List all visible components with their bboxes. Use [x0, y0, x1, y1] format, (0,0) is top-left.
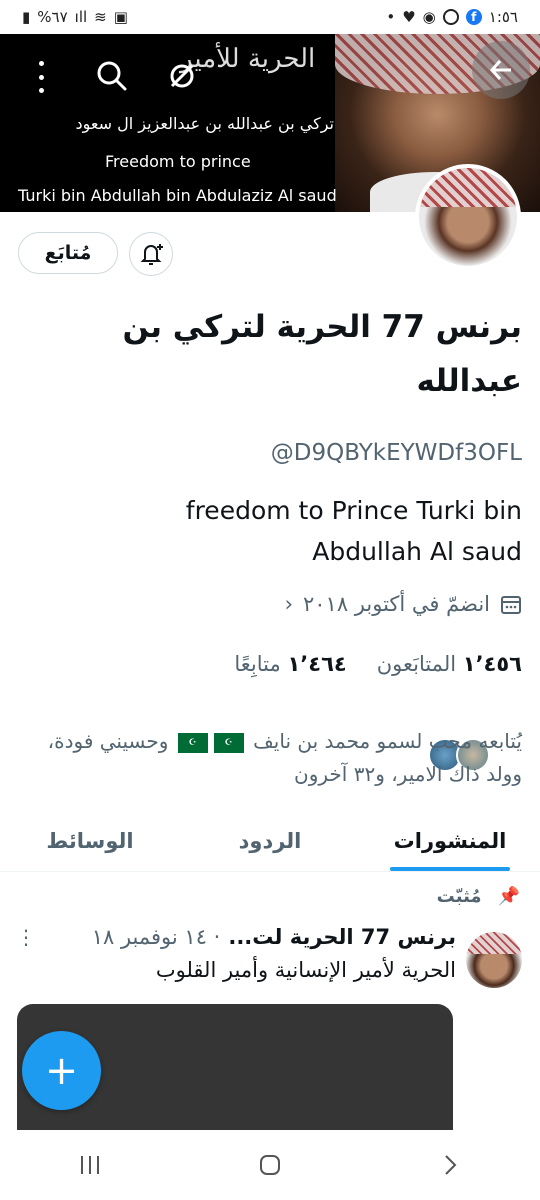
followers-label: المتابَعون [376, 652, 457, 676]
following-count: ١٬٤٦٤ [287, 652, 347, 676]
notification-icon: ▣ [113, 8, 128, 26]
profile-handle: @D9QBYkEYWDf3OFL [270, 440, 522, 466]
facebook-icon: f [465, 9, 482, 25]
heart-icon: ♥ [402, 8, 416, 26]
avatar-scarf [419, 168, 517, 208]
dot-icon: • [386, 8, 396, 26]
tab-media[interactable]: الوسائط [0, 810, 180, 871]
followers-count: ١٬٤٥٦ [462, 652, 522, 676]
signal-icon: ıll [74, 8, 88, 26]
tab-replies[interactable]: الردود [180, 810, 360, 871]
status-right: • ♥ ◉ f ١:٥٦ [386, 8, 518, 26]
chevron-right-icon [445, 1155, 457, 1175]
followers-stat[interactable]: ١٬٤٥٦ المتابَعون [377, 652, 522, 676]
back-button[interactable] [472, 41, 530, 99]
wifi-icon: ≋ [94, 8, 107, 26]
follow-stats: ١٬٤٥٦ المتابَعون ١٬٤٦٤ متابِعًا [234, 652, 522, 676]
post-text: الحرية لأمير الإنسانية وأمير القلوب [155, 958, 456, 982]
recent-apps-button[interactable] [60, 1140, 120, 1190]
profile-bio: freedom to Prince Turki bin Abdullah Al … [185, 496, 522, 566]
pin-icon: 📌 [497, 886, 520, 907]
joined-date-row: انضمّ في أكتوبر ٢٠١٨ ‹ [285, 592, 522, 616]
more-options-icon[interactable] [26, 57, 56, 97]
whatsapp-icon [442, 9, 459, 25]
home-button[interactable] [240, 1140, 300, 1190]
home-icon [260, 1155, 280, 1175]
battery-icon: ▮ [22, 8, 31, 26]
joined-date: انضمّ في أكتوبر ٢٠١٨ [302, 592, 490, 616]
clock: ١:٥٦ [488, 8, 518, 26]
banner-line-name: Turki bin Abdullah bin Abdulaziz Al saud [18, 186, 337, 205]
post-author-name[interactable]: برنس 77 الحرية لت... [228, 925, 456, 949]
bell-plus-icon [140, 244, 163, 265]
post-avatar-scarf [466, 932, 522, 955]
chevron-left-icon[interactable]: ‹ [285, 592, 293, 616]
followed-by-text[interactable]: يُتابعه محب لسمو محمد بن نايف ☪☪ وحسيني … [42, 725, 522, 791]
following-label: متابِعًا [234, 652, 281, 676]
following-stat[interactable]: ١٬٤٦٤ متابِعًا [234, 652, 346, 676]
battery-text: %٦٧ [37, 8, 68, 26]
status-left: ▮ %٦٧ ıll ≋ ▣ [22, 8, 128, 26]
banner-line-arabic: تركي بن عبدالله بن عبدالعزيز ال سعود [75, 114, 335, 133]
post-menu-icon[interactable]: ⋮ [16, 925, 36, 949]
followed-by-part1: يُتابعه محب لسمو محمد بن نايف [253, 729, 522, 753]
system-nav-bar [0, 1130, 540, 1200]
search-icon[interactable] [90, 54, 134, 98]
display-name: برنس 77 الحرية لتركي بن عبدالله [122, 309, 522, 399]
saudi-flag-icon: ☪ [213, 732, 244, 753]
recent-apps-icon [81, 1156, 99, 1174]
calendar-icon [501, 596, 521, 614]
messenger-icon: ◉ [422, 8, 436, 26]
post-date: · ١٤ نوفمبر ١٨ [91, 925, 221, 949]
mute-search-icon [160, 54, 204, 98]
saudi-flag-icon: ☪ [177, 732, 208, 753]
tab-posts[interactable]: المنشورات [360, 810, 540, 871]
following-button[interactable]: مُتابَع [18, 232, 118, 274]
profile-avatar[interactable] [415, 164, 521, 270]
back-nav-button[interactable] [420, 1140, 480, 1190]
post-author-avatar[interactable] [466, 932, 522, 988]
pinned-label: مُثبّت [436, 886, 482, 907]
banner-line-english: Freedom to prince [105, 152, 251, 171]
notifications-button[interactable] [129, 232, 173, 276]
post-header: برنس 77 الحرية لت... · ١٤ نوفمبر ١٨ ⋮ [16, 925, 456, 949]
compose-button[interactable]: + [22, 1031, 101, 1110]
status-bar: ▮ %٦٧ ıll ≋ ▣ • ♥ ◉ f ١:٥٦ [0, 0, 540, 34]
profile-tabs: المنشورات الردود الوسائط [0, 810, 540, 872]
pinned-indicator: 📌 مُثبّت [437, 886, 520, 907]
